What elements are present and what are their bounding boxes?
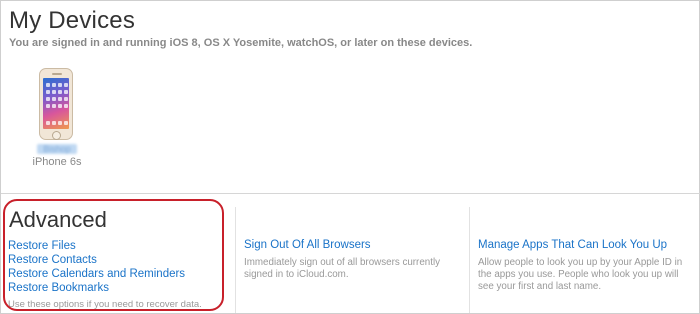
advanced-note: Use these options if you need to recover… xyxy=(8,299,202,310)
restore-calendars-reminders-link[interactable]: Restore Calendars and Reminders xyxy=(8,267,185,281)
advanced-section: Advanced Restore Files Restore Contacts … xyxy=(1,207,233,313)
sign-out-description: Immediately sign out of all browsers cur… xyxy=(244,257,441,280)
restore-bookmarks-link[interactable]: Restore Bookmarks xyxy=(8,281,185,295)
manage-apps-description: Allow people to look you up by your Appl… xyxy=(478,257,683,292)
restore-files-link[interactable]: Restore Files xyxy=(8,239,185,253)
advanced-links: Restore Files Restore Contacts Restore C… xyxy=(8,239,185,295)
advanced-title: Advanced xyxy=(9,207,107,232)
home-button-icon xyxy=(52,131,61,140)
page-frame: My Devices You are signed in and running… xyxy=(0,0,700,314)
my-devices-title: My Devices xyxy=(9,7,136,34)
sign-out-section: Sign Out Of All Browsers Immediately sig… xyxy=(235,207,469,313)
my-devices-section: My Devices You are signed in and running… xyxy=(1,1,700,194)
sign-out-all-browsers-link[interactable]: Sign Out Of All Browsers xyxy=(244,239,371,251)
phone-speaker xyxy=(52,73,62,75)
device-card-iphone[interactable]: Bishop iPhone 6s xyxy=(29,65,89,175)
iphone-icon xyxy=(39,68,73,140)
manage-apps-link[interactable]: Manage Apps That Can Look You Up xyxy=(478,239,667,251)
restore-contacts-link[interactable]: Restore Contacts xyxy=(8,253,185,267)
device-model-label: iPhone 6s xyxy=(32,156,82,168)
phone-screen xyxy=(43,78,69,129)
manage-apps-section: Manage Apps That Can Look You Up Allow p… xyxy=(469,207,700,313)
my-devices-subtitle: You are signed in and running iOS 8, OS … xyxy=(9,37,473,49)
device-owner-name-blurred: Bishop xyxy=(37,144,77,154)
